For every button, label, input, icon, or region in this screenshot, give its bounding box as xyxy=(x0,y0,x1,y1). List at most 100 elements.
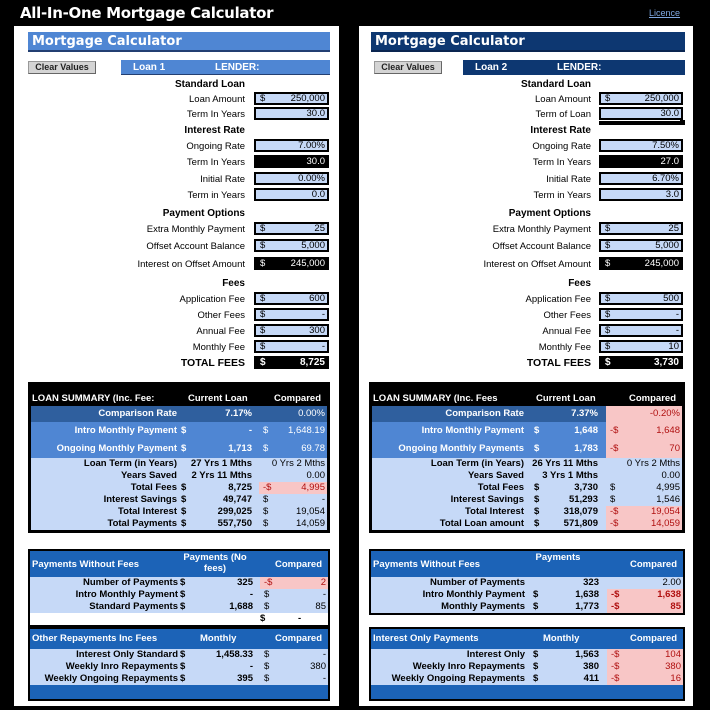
compared-cell: 0.00% xyxy=(259,406,327,422)
currency-symbol: $ xyxy=(605,93,611,104)
offset-balance-field[interactable]: $5,000 xyxy=(599,239,683,252)
total-fees-value: $8,725 xyxy=(254,356,329,369)
currency-symbol: -$ xyxy=(611,589,620,600)
lender-label: LENDER: xyxy=(557,62,602,73)
row-label: Total Loan amount xyxy=(439,518,524,529)
loan-amount-label: Loan Amount xyxy=(535,94,591,105)
calculator-header: Mortgage Calculator xyxy=(371,32,685,52)
table-row: Intro Monthly Payment $1,648 -$ 1,648 xyxy=(372,422,682,440)
currency-symbol: -$ xyxy=(264,577,273,588)
loan-amount-field[interactable]: $250,000 xyxy=(599,92,683,105)
table-row: Interest Savings $49,747 $ - xyxy=(31,494,327,506)
loan-summary-table: LOAN SUMMARY (Inc. Fees Current Loan Com… xyxy=(369,382,685,533)
row-value: 51,293 xyxy=(568,494,598,505)
no-fees-rows: Number of Payments 323 2.00 Intro Monthly P… xyxy=(371,577,683,613)
row-value: 323 xyxy=(583,577,599,588)
monthly-fee-field[interactable]: $ - xyxy=(254,340,329,353)
interest-rate-heading: Interest Rate xyxy=(530,125,591,136)
compared-cell: 0 Yrs 2 Mths xyxy=(259,458,327,470)
application-fee-field[interactable]: $600 xyxy=(254,292,329,305)
fill-handle[interactable] xyxy=(680,120,685,125)
row-value: 318,079 xyxy=(563,506,598,517)
row-value: 1,458.33 xyxy=(216,649,253,660)
initial-rate-field[interactable]: 0.00% xyxy=(254,172,329,185)
col-current-loan: Current Loan xyxy=(536,393,596,404)
application-fee-field[interactable]: $500 xyxy=(599,292,683,305)
currency-symbol: $ xyxy=(180,649,186,660)
row-value: 2 Yrs 11 Mths xyxy=(191,470,252,481)
annual-fee-field[interactable]: $ - xyxy=(599,324,683,337)
monthly-fee-field[interactable]: $10 xyxy=(599,340,683,353)
currency-symbol: $ xyxy=(264,673,270,684)
extra-value: - xyxy=(298,613,302,624)
compared-value: - xyxy=(322,673,326,684)
other-fees-field[interactable]: $ - xyxy=(599,308,683,321)
compared-value: 19,054 xyxy=(650,506,680,517)
initial-rate-field[interactable]: 6.70% xyxy=(599,172,683,185)
compared-cell: $69.78 xyxy=(259,440,327,458)
loan-term-field[interactable]: 30.0 xyxy=(254,107,329,120)
col-compared: Compared xyxy=(275,559,322,570)
extra-payment-field[interactable]: $25 xyxy=(254,222,329,235)
loan-bar: Loan 1 LENDER: xyxy=(121,60,330,75)
compared-value: 1,648 xyxy=(656,425,680,436)
row-value: - xyxy=(249,661,253,672)
row-label: Weekly Ongoing Repayments xyxy=(44,673,178,684)
initial-term-field[interactable]: 3.0 xyxy=(599,188,683,201)
loan-amount-label: Loan Amount xyxy=(189,94,245,105)
currency-symbol: -$ xyxy=(611,649,620,660)
loan-2-panel: Mortgage Calculator Clear Values Loan 2 … xyxy=(359,26,693,706)
offset-balance-field[interactable]: $5,000 xyxy=(254,239,329,252)
compared-cell: $380 xyxy=(260,661,328,673)
application-fee-label: Application Fee xyxy=(525,294,591,305)
currency-symbol: -$ xyxy=(610,425,619,436)
extra-payment-field[interactable]: $25 xyxy=(599,222,683,235)
currency-symbol: $ xyxy=(263,443,269,454)
row-value: 1,563 xyxy=(575,649,599,660)
initial-term-field[interactable]: 0.0 xyxy=(254,188,329,201)
row-value: 49,747 xyxy=(222,494,252,505)
ongoing-term-label: Term In Years xyxy=(186,157,245,168)
currency-symbol: $ xyxy=(263,506,269,517)
ongoing-rate-field[interactable]: 7.50% xyxy=(599,139,683,152)
row-label: Number of Payments xyxy=(82,577,178,588)
row-value: 1,783 xyxy=(574,443,598,454)
interest-rate-heading: Interest Rate xyxy=(184,125,245,136)
loan-term-field[interactable]: 30.0 xyxy=(599,107,683,120)
currency-symbol: -$ xyxy=(610,506,619,517)
annual-fee-field[interactable]: $300 xyxy=(254,324,329,337)
extra-payment-label: Extra Monthly Payment xyxy=(146,224,245,235)
compared-cell: $ - xyxy=(260,589,328,601)
compared-cell: -$ 14,059 xyxy=(606,518,682,530)
clear-values-button[interactable]: Clear Values xyxy=(28,61,96,74)
col-compared: Compared xyxy=(629,393,676,404)
table-row: Monthly Payments $1,773 -$ 85 xyxy=(371,601,683,613)
currency-symbol: $ xyxy=(260,357,266,368)
currency-symbol: $ xyxy=(264,589,270,600)
loan-amount-field[interactable]: $250,000 xyxy=(254,92,329,105)
payments-without-fees-table: Payments Without Fees Payments (No fees)… xyxy=(28,549,330,627)
licence-link[interactable]: Licence xyxy=(649,8,680,18)
loan-summary-header: LOAN SUMMARY (Inc. Fees Current Loan Com… xyxy=(372,392,682,406)
currency-symbol: $ xyxy=(605,325,611,336)
row-label: Total Interest xyxy=(465,506,524,517)
compared-cell: $ - xyxy=(260,673,328,685)
row-label: Years Saved xyxy=(468,470,524,481)
compared-value: 69.78 xyxy=(301,443,325,454)
payments-without-fees-table: Payments Without Fees Payments Compared … xyxy=(369,549,685,615)
compared-value: 4,995 xyxy=(656,482,680,493)
other-fees-field[interactable]: $ - xyxy=(254,308,329,321)
currency-symbol: $ xyxy=(181,482,187,493)
standard-loan-heading: Standard Loan xyxy=(520,79,591,90)
clear-values-button[interactable]: Clear Values xyxy=(374,61,442,74)
col-current-loan: Current Loan xyxy=(188,393,248,404)
ongoing-rate-field[interactable]: 7.00% xyxy=(254,139,329,152)
row-label: Weekly Inro Repayments xyxy=(65,661,178,672)
row-value: 380 xyxy=(583,661,599,672)
table-row: Ongoing Monthly Payments $1,783 -$ 70 xyxy=(372,440,682,458)
row-value: 1,648 xyxy=(574,425,598,436)
compared-value: 14,059 xyxy=(295,518,325,529)
app-title: All-In-One Mortgage Calculator xyxy=(20,4,274,22)
compared-cell: $14,059 xyxy=(259,518,327,530)
currency-symbol: $ xyxy=(180,673,186,684)
